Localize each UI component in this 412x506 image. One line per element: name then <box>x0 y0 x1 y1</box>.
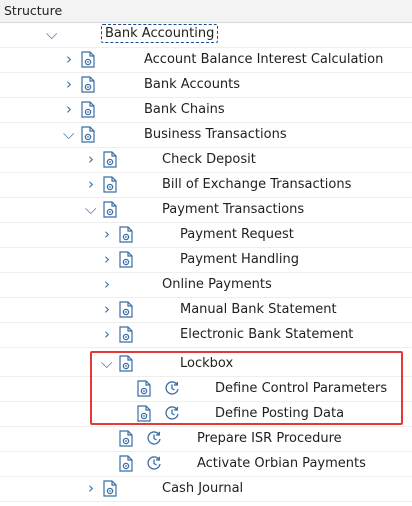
document-gear-icon <box>119 226 133 243</box>
document-gear-icon <box>103 151 117 168</box>
tree-node-bank-chains[interactable]: › Bank Chains <box>0 98 412 123</box>
tree-node-label[interactable]: Define Posting Data <box>215 406 344 421</box>
clock-icon[interactable] <box>164 405 180 421</box>
chevron-down-icon[interactable]: ⌵ <box>101 354 112 372</box>
clock-icon[interactable] <box>146 430 162 446</box>
tree-node-define-control-parameters[interactable]: Define Control Parameters <box>0 377 412 402</box>
document-gear-icon <box>81 76 95 93</box>
chevron-right-icon[interactable]: › <box>104 275 110 293</box>
tree-node-bank-accounting[interactable]: ⌵ Bank Accounting <box>0 23 412 48</box>
tree-node-label[interactable]: Payment Transactions <box>162 202 304 217</box>
tree-node-label[interactable]: Check Deposit <box>162 152 256 167</box>
tree-node-label[interactable]: Account Balance Interest Calculation <box>144 52 383 67</box>
clock-icon[interactable] <box>164 380 180 396</box>
tree-node-online-payments[interactable]: › Online Payments <box>0 273 412 298</box>
tree-node-define-posting-data[interactable]: Define Posting Data <box>0 402 412 427</box>
document-gear-icon[interactable] <box>137 380 151 397</box>
tree-node-label[interactable]: Cash Journal <box>162 481 243 496</box>
chevron-right-icon[interactable]: › <box>66 75 72 93</box>
chevron-right-icon[interactable]: › <box>104 300 110 318</box>
tree-node-payment-handling[interactable]: › Payment Handling <box>0 248 412 273</box>
chevron-right-icon[interactable]: › <box>88 479 94 497</box>
tree-node-label[interactable]: Payment Request <box>180 227 294 242</box>
tree-node-label[interactable]: Bill of Exchange Transactions <box>162 177 351 192</box>
clock-icon[interactable] <box>146 455 162 471</box>
chevron-down-icon[interactable]: ⌵ <box>46 25 57 43</box>
structure-header: Structure <box>0 0 412 23</box>
chevron-down-icon[interactable]: ⌵ <box>85 200 96 218</box>
tree-node-electronic-bank-statement[interactable]: › Electronic Bank Statement <box>0 323 412 348</box>
document-gear-icon[interactable] <box>137 405 151 422</box>
tree-node-manual-bank-statement[interactable]: › Manual Bank Statement <box>0 298 412 323</box>
tree-node-label[interactable]: Manual Bank Statement <box>180 302 337 317</box>
chevron-right-icon[interactable]: › <box>66 50 72 68</box>
document-gear-icon <box>103 176 117 193</box>
tree-node-lockbox[interactable]: ⌵ Lockbox <box>0 352 412 377</box>
tree-node-payment-request[interactable]: › Payment Request <box>0 223 412 248</box>
tree-node-label[interactable]: Bank Accounting <box>101 24 219 43</box>
tree-node-label[interactable]: Lockbox <box>180 356 233 371</box>
document-gear-icon <box>81 126 95 143</box>
document-gear-icon <box>119 326 133 343</box>
tree-node-bank-accounts[interactable]: › Bank Accounts <box>0 73 412 98</box>
tree-node-label[interactable]: Business Transactions <box>144 127 287 142</box>
tree-node-label[interactable]: Payment Handling <box>180 252 299 267</box>
tree-node-payment-transactions[interactable]: ⌵ Payment Transactions <box>0 198 412 223</box>
document-gear-icon <box>119 251 133 268</box>
tree-node-account-balance[interactable]: › Account Balance Interest Calculation <box>0 48 412 73</box>
document-gear-icon <box>81 101 95 118</box>
document-gear-icon <box>103 480 117 497</box>
tree-node-business-transactions[interactable]: ⌵ Business Transactions <box>0 123 412 148</box>
tree-node-prepare-isr[interactable]: Prepare ISR Procedure <box>0 427 412 452</box>
chevron-right-icon[interactable]: › <box>66 100 72 118</box>
document-gear-icon <box>119 355 133 372</box>
tree-node-label[interactable]: Activate Orbian Payments <box>197 456 366 471</box>
chevron-down-icon[interactable]: ⌵ <box>63 125 74 143</box>
tree-node-label[interactable]: Bank Accounts <box>144 77 240 92</box>
document-gear-icon <box>81 51 95 68</box>
tree-node-label[interactable]: Electronic Bank Statement <box>180 327 353 342</box>
chevron-right-icon[interactable]: › <box>88 150 94 168</box>
tree-node-label[interactable]: Define Control Parameters <box>215 381 387 396</box>
structure-title: Structure <box>4 3 63 18</box>
chevron-right-icon[interactable]: › <box>104 325 110 343</box>
tree-node-cash-journal[interactable]: › Cash Journal <box>0 477 412 502</box>
document-gear-icon[interactable] <box>119 455 133 472</box>
tree-node-label[interactable]: Online Payments <box>162 277 272 292</box>
tree-node-check-deposit[interactable]: › Check Deposit <box>0 148 412 173</box>
chevron-right-icon[interactable]: › <box>88 175 94 193</box>
document-gear-icon <box>103 201 117 218</box>
tree-node-bill-of-exchange[interactable]: › Bill of Exchange Transactions <box>0 173 412 198</box>
document-gear-icon[interactable] <box>119 430 133 447</box>
tree-node-label[interactable]: Bank Chains <box>144 102 225 117</box>
chevron-right-icon[interactable]: › <box>104 225 110 243</box>
tree-node-label[interactable]: Prepare ISR Procedure <box>197 431 342 446</box>
chevron-right-icon[interactable]: › <box>104 250 110 268</box>
tree-node-activate-orbian[interactable]: Activate Orbian Payments <box>0 452 412 477</box>
document-gear-icon <box>119 301 133 318</box>
